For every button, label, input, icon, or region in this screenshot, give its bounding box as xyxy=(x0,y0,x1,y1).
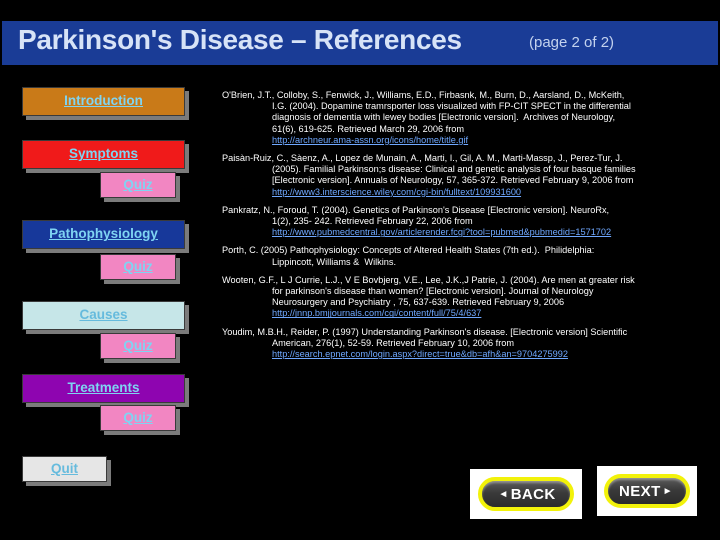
sidebar-item-causes[interactable]: Causes xyxy=(22,301,185,330)
sidebar-item-label: Causes xyxy=(79,307,128,323)
back-button-face: ◄ BACK xyxy=(477,477,575,511)
reference-line: O'Brien, J.T., Colloby, S., Fenwick, J.,… xyxy=(222,90,625,100)
sidebar-item-label: Pathophysiology xyxy=(49,226,158,242)
sidebar-item-label: Symptoms xyxy=(68,146,139,162)
reference-entry: Porth, C. (2005) Pathophysiology: Concep… xyxy=(222,245,714,267)
right-arrow-icon: ► xyxy=(662,485,673,497)
sidebar-item-label: Quiz xyxy=(123,258,153,274)
reference-entry: Pankratz, N., Foroud, T. (2004). Genetic… xyxy=(222,205,714,239)
page-title: Parkinson's Disease – References xyxy=(18,24,462,55)
sidebar-item-label: Treatments xyxy=(67,380,140,396)
sidebar-item-quiz-pathophysiology[interactable]: Quiz xyxy=(100,254,176,280)
sidebar-item-pathophysiology[interactable]: Pathophysiology xyxy=(22,220,185,249)
reference-entry: Youdim, M.B.H., Reider, P. (1997) Unders… xyxy=(222,327,714,361)
reference-line: Lippincott, Williams & Wilkins. xyxy=(272,256,397,267)
sidebar-item-symptoms[interactable]: Symptoms xyxy=(22,140,185,169)
reference-line: Neurosurgery and Psychiatry , 75, 637-63… xyxy=(272,297,565,308)
next-button[interactable]: NEXT ► xyxy=(597,466,697,516)
sidebar-item-introduction[interactable]: Introduction xyxy=(22,87,185,116)
sidebar-item-label: Quit xyxy=(51,460,78,476)
sidebar-item-quiz-symptoms[interactable]: Quiz xyxy=(100,172,176,198)
sidebar-item-label: Quiz xyxy=(123,176,153,192)
reference-line: American, 276(1), 52-59. Retrieved Febru… xyxy=(272,337,515,348)
reference-line: 61(6), 619-625. Retrieved March 29, 2006… xyxy=(272,123,465,134)
title-banner: Parkinson's Disease – References (page 2… xyxy=(2,21,718,65)
reference-line: (2005). Familial Parkinson;s disease: Cl… xyxy=(272,164,636,175)
back-button[interactable]: ◄ BACK xyxy=(470,469,582,519)
left-arrow-icon: ◄ xyxy=(498,488,509,500)
sidebar-item-label: Quiz xyxy=(123,337,153,353)
reference-entry: Paisàn-Ruiz, C., Sàenz, A., Lopez de Mun… xyxy=(222,153,714,198)
reference-line: Pankratz, N., Foroud, T. (2004). Genetic… xyxy=(222,204,610,215)
sidebar-item-label: Quiz xyxy=(123,409,153,425)
next-button-face: NEXT ► xyxy=(604,474,690,508)
reference-line: Youdim, M.B.H., Reider, P. (1997) Unders… xyxy=(222,326,628,337)
reference-link[interactable]: http://search.epnet.com/login.aspx?direc… xyxy=(222,349,714,360)
sidebar-item-quiz-treatments[interactable]: Quiz xyxy=(100,405,176,431)
reference-line: [Electronic version]. Annuals of Neurolo… xyxy=(272,175,634,186)
reference-line: diagnosis of dementia with lewey bodies … xyxy=(272,112,615,123)
sidebar-item-quiz-causes[interactable]: Quiz xyxy=(100,333,176,359)
next-button-label: NEXT xyxy=(619,482,661,500)
reference-line: for parkinson's disease than women? [Ele… xyxy=(272,286,594,297)
page-indicator: (page 2 of 2) xyxy=(529,34,615,51)
reference-link[interactable]: http://archneur.ama-assn.org/icons/home/… xyxy=(222,135,714,146)
sidebar-item-quit[interactable]: Quit xyxy=(22,456,107,482)
reference-link[interactable]: http://www.pubmedcentral.gov/articlerend… xyxy=(222,227,714,238)
references-list: O'Brien, J.T., Colloby, S., Fenwick, J.,… xyxy=(222,90,714,367)
reference-entry: O'Brien, J.T., Colloby, S., Fenwick, J.,… xyxy=(222,90,714,146)
reference-link[interactable]: http://jnnp.bmjjournals.com/cgi/content/… xyxy=(222,308,714,319)
reference-line: Paisàn-Ruiz, C., Sàenz, A., Lopez de Mun… xyxy=(222,153,623,164)
sidebar-item-label: Introduction xyxy=(64,93,143,109)
reference-line: I.G. (2004). Dopamine tramrsporter loss … xyxy=(272,101,631,112)
reference-line: Porth, C. (2005) Pathophysiology: Concep… xyxy=(222,245,595,256)
reference-entry: Wooten, G.F., L J Currie, L.J., V E Bovb… xyxy=(222,275,714,320)
reference-link[interactable]: http://www3.interscience.wiley.com/cgi-b… xyxy=(222,187,714,198)
reference-line: 1(2), 235- 242. Retrieved February 22, 2… xyxy=(272,216,473,227)
sidebar-item-treatments[interactable]: Treatments xyxy=(22,374,185,403)
reference-line: Wooten, G.F., L J Currie, L.J., V E Bovb… xyxy=(222,274,635,285)
back-button-label: BACK xyxy=(510,485,556,503)
